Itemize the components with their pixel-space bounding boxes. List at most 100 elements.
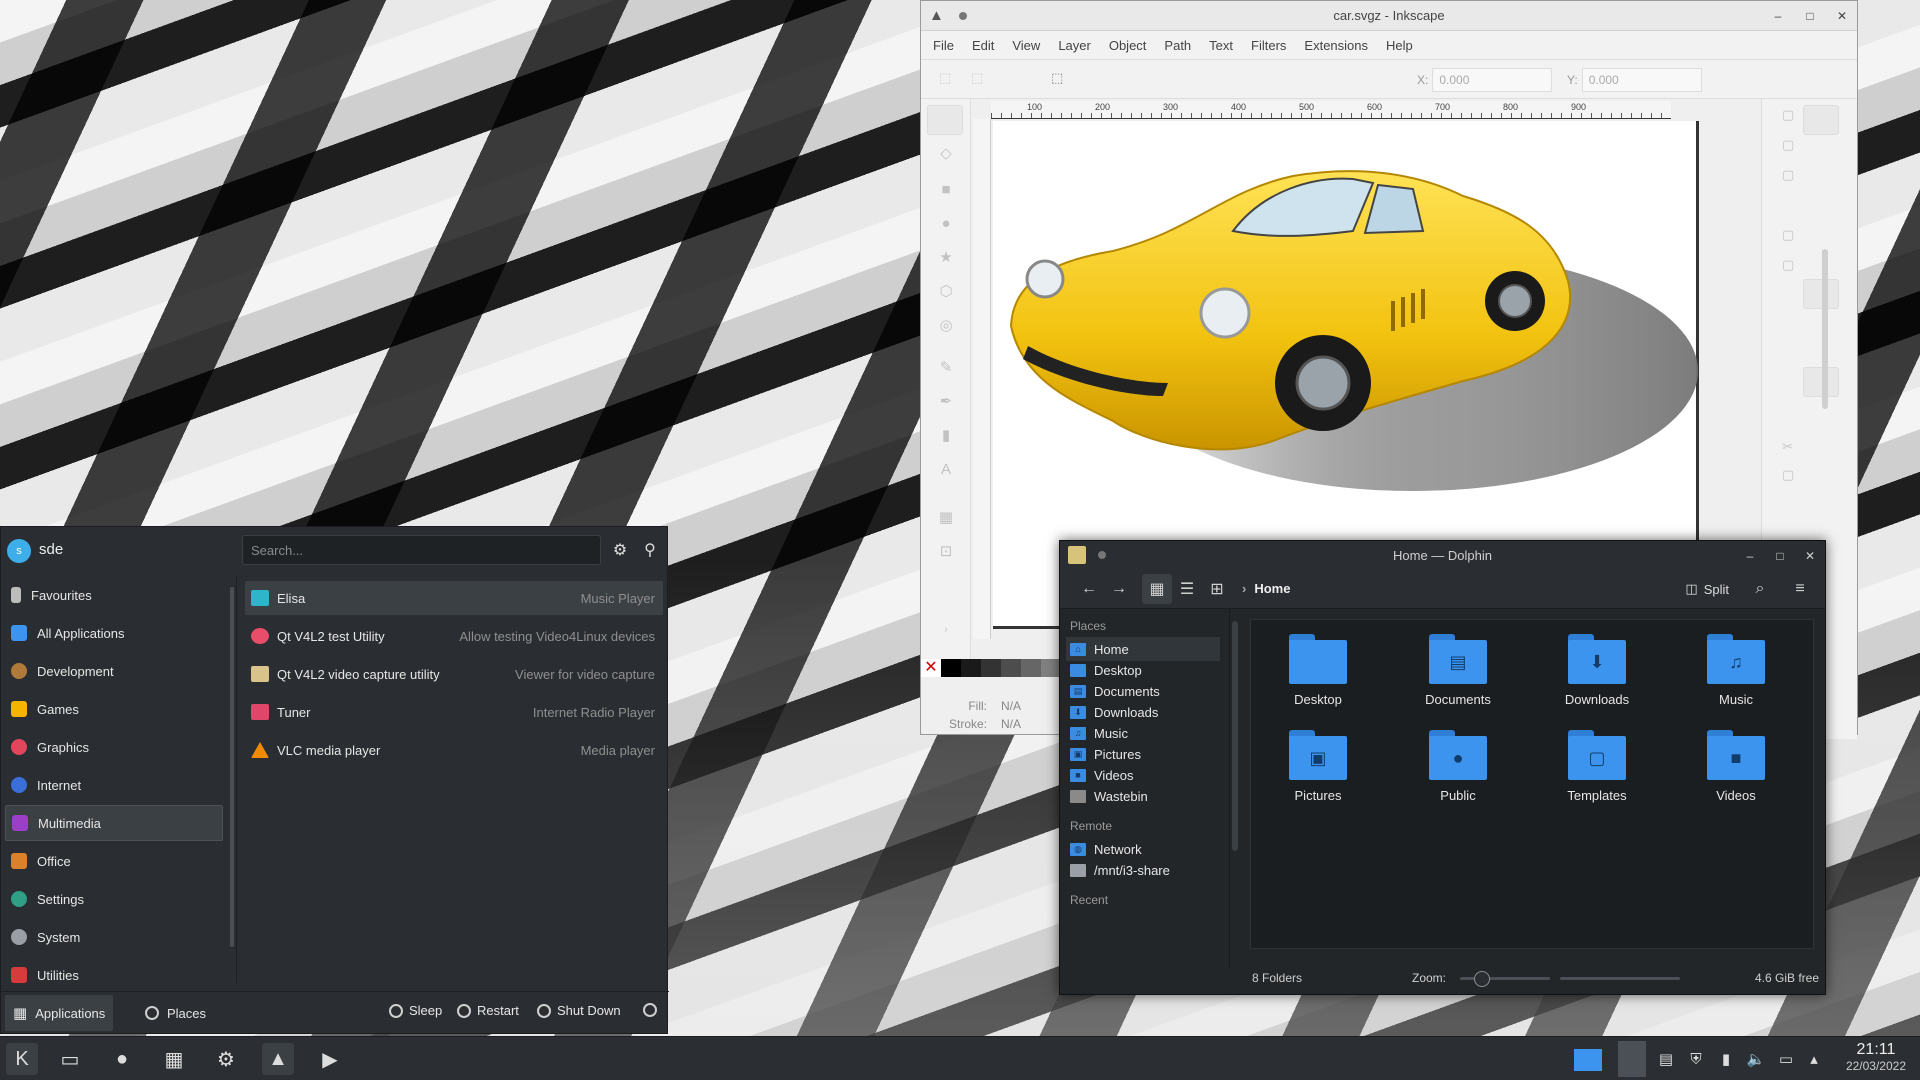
category-development[interactable]: Development	[5, 653, 223, 689]
category-internet[interactable]: Internet	[5, 767, 223, 803]
import-icon[interactable]: ▢	[1782, 227, 1794, 243]
security-shield-icon[interactable]: ⛨	[1686, 1049, 1706, 1069]
zoom-slider-handle[interactable]	[1474, 971, 1490, 987]
category-favourites[interactable]: Favourites	[5, 577, 223, 613]
terminal-icon[interactable]: ▶	[314, 1043, 346, 1075]
back-icon[interactable]: ←	[1074, 574, 1104, 604]
menu-view[interactable]: View	[1012, 38, 1040, 53]
folder-templates[interactable]: ▢ Templates	[1542, 730, 1652, 810]
color-swatch[interactable]	[941, 659, 961, 677]
category-settings[interactable]: Settings	[5, 881, 223, 917]
inkscape-titlebar[interactable]: ▲ car.svgz - Inkscape – □ ✕	[921, 1, 1857, 31]
zoom-slider[interactable]	[1460, 971, 1550, 987]
color-swatch[interactable]	[1041, 659, 1061, 677]
color-swatch[interactable]	[981, 659, 1001, 677]
digital-clock[interactable]: 21:11 22/03/2022	[1846, 1041, 1906, 1073]
restart-button[interactable]: Restart	[457, 1003, 519, 1018]
menu-filters[interactable]: Filters	[1251, 38, 1286, 53]
menu-path[interactable]: Path	[1164, 38, 1191, 53]
folder-pictures[interactable]: ▣ Pictures	[1263, 730, 1373, 810]
menu-file[interactable]: File	[933, 38, 954, 53]
color-swatch[interactable]	[1001, 659, 1021, 677]
ellipse-tool-icon[interactable]: ●	[935, 213, 957, 235]
category-graphics[interactable]: Graphics	[5, 729, 223, 765]
breadcrumb[interactable]: › Home	[1242, 581, 1290, 596]
dolphin-window[interactable]: Home — Dolphin – □ ✕ ← → ▦ ☰ ⊞ › Home ◫ …	[1059, 540, 1826, 995]
breadcrumb-home[interactable]: Home	[1254, 581, 1290, 596]
save-icon[interactable]: ▢	[1782, 137, 1794, 153]
cut-icon[interactable]: ✂	[1782, 439, 1793, 455]
icons-view-icon[interactable]: ▦	[1142, 573, 1172, 604]
tray-expand-icon[interactable]: ▴	[1804, 1049, 1824, 1069]
details-view-icon[interactable]: ☰	[1172, 574, 1202, 604]
app-vlc[interactable]: VLC media player Media player	[245, 733, 663, 767]
color-swatch[interactable]	[961, 659, 981, 677]
shutdown-button[interactable]: Shut Down	[537, 1003, 621, 1018]
zoom-page-icon[interactable]	[1803, 279, 1839, 309]
category-games[interactable]: Games	[5, 691, 223, 727]
color-swatch[interactable]	[1021, 659, 1041, 677]
pin-icon[interactable]	[959, 12, 967, 20]
search-icon[interactable]: ⌕	[1745, 574, 1775, 604]
pencil-tool-icon[interactable]: ✎	[935, 357, 957, 379]
menu-help[interactable]: Help	[1386, 38, 1413, 53]
paste-icon[interactable]: ▢	[1782, 467, 1794, 483]
pin-icon[interactable]: ⚲	[639, 539, 661, 561]
tab-applications[interactable]: ▦ Applications	[5, 995, 114, 1031]
minimize-icon[interactable]: –	[1743, 549, 1757, 563]
display-icon[interactable]: ▭	[1776, 1049, 1796, 1069]
stroke-value[interactable]: N/A	[1001, 717, 1021, 731]
new-document-icon[interactable]	[1803, 105, 1839, 135]
app-elisa[interactable]: Elisa Music Player	[245, 581, 663, 615]
no-paint-swatch[interactable]: ✕	[921, 659, 941, 677]
select-all-icon[interactable]: ⬚	[939, 70, 951, 86]
application-launcher[interactable]: s sde ⚙ ⚲ Favourites All Applications De…	[0, 526, 669, 1034]
open-icon[interactable]: ▢	[1782, 107, 1794, 123]
places-scrollbar[interactable]	[1232, 621, 1238, 851]
menu-text[interactable]: Text	[1209, 38, 1233, 53]
kde-launcher-icon[interactable]: K	[6, 1043, 38, 1075]
vertical-scrollbar[interactable]	[1822, 249, 1828, 409]
maximize-icon[interactable]: □	[1773, 549, 1787, 563]
selector-tool-icon[interactable]	[927, 105, 963, 135]
app-tuner[interactable]: Tuner Internet Radio Player	[245, 695, 663, 729]
app-qv4l2-test[interactable]: Qt V4L2 test Utility Allow testing Video…	[245, 619, 663, 653]
print-icon[interactable]: ▢	[1782, 167, 1794, 183]
calligraphy-tool-icon[interactable]: ▮	[935, 425, 957, 447]
folder-public[interactable]: ● Public	[1403, 730, 1513, 810]
text-tool-icon[interactable]: A	[935, 459, 957, 481]
search-input[interactable]	[242, 535, 601, 565]
menu-object[interactable]: Object	[1109, 38, 1147, 53]
close-icon[interactable]: ✕	[1835, 9, 1849, 23]
desktop-pager-1[interactable]	[1574, 1049, 1602, 1071]
y-input[interactable]: 0.000	[1581, 68, 1702, 92]
category-scrollbar[interactable]	[230, 587, 234, 947]
desktop-pager-2[interactable]	[1618, 1041, 1646, 1077]
place-wastebin[interactable]: Wastebin	[1066, 784, 1220, 808]
folder-videos[interactable]: ■ Videos	[1681, 730, 1791, 810]
sleep-button[interactable]: Sleep	[389, 1003, 442, 1018]
pen-tool-icon[interactable]: ✒	[935, 391, 957, 413]
avatar[interactable]: s	[7, 539, 31, 563]
more-power-options-button[interactable]	[643, 1003, 657, 1017]
file-manager-icon[interactable]: ▭	[54, 1043, 86, 1075]
place-i3-share[interactable]: /mnt/i3-share	[1066, 858, 1220, 882]
clipboard-icon[interactable]: ▤	[1656, 1049, 1676, 1069]
dolphin-titlebar[interactable]: Home — Dolphin – □ ✕	[1060, 541, 1825, 569]
split-button[interactable]: ◫ Split	[1679, 574, 1735, 604]
x-input[interactable]: 0.000	[1432, 68, 1553, 92]
zoom-tool-icon[interactable]: ⊡	[935, 541, 957, 563]
app-qv4l2-capture[interactable]: Qt V4L2 video capture utility Viewer for…	[245, 657, 663, 691]
software-center-icon[interactable]: ▦	[158, 1043, 190, 1075]
inkscape-task-icon[interactable]: ▲	[262, 1043, 294, 1075]
minimize-icon[interactable]: –	[1771, 9, 1785, 23]
toolbox-more-icon[interactable]: ›	[935, 619, 957, 641]
menu-edit[interactable]: Edit	[972, 38, 994, 53]
tab-places[interactable]: Places	[137, 995, 214, 1031]
rectangle-tool-icon[interactable]: ■	[935, 179, 957, 201]
folder-desktop[interactable]: Desktop	[1263, 634, 1373, 714]
star-tool-icon[interactable]: ★	[935, 247, 957, 269]
tree-view-icon[interactable]: ⊞	[1202, 574, 1232, 604]
color-palette[interactable]: ✕	[921, 659, 1061, 677]
system-settings-icon[interactable]: ⚙	[210, 1043, 242, 1075]
